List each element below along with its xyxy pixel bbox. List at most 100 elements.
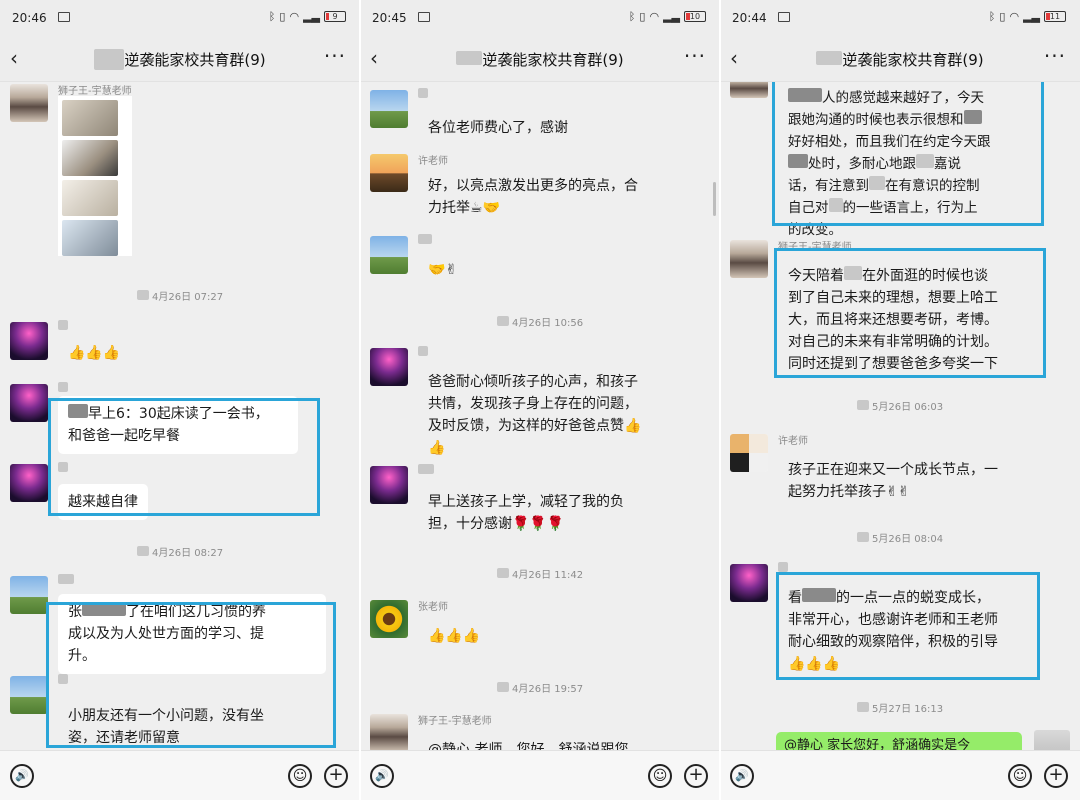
message-bubble[interactable]: 好，以亮点激发出更多的亮点，合 力托举☕🤝 xyxy=(418,168,674,226)
message-text: @静心 老师，您好，舒涵说跟您 xyxy=(428,742,629,750)
avatar[interactable] xyxy=(10,464,48,502)
avatar[interactable] xyxy=(370,348,408,386)
chat-message: @静心 家长您好，舒涵确实是今 xyxy=(730,730,1070,750)
image-stack[interactable] xyxy=(58,96,132,256)
timestamp-text: 4月26日 07:27 xyxy=(152,292,224,303)
avatar[interactable] xyxy=(370,90,408,128)
message-line: 担，十分感谢🌹🌹🌹 xyxy=(428,516,565,532)
sender-name xyxy=(58,320,68,333)
timestamp: 4月26日 07:27 xyxy=(0,288,360,303)
avatar[interactable] xyxy=(1034,730,1070,750)
chat-message: 许老师 好，以亮点激发出更多的亮点，合 力托举☕🤝 xyxy=(370,154,710,224)
vibrate-icon: ▯ xyxy=(999,10,1006,23)
timestamp: 5月27日 16:13 xyxy=(720,700,1080,715)
avatar[interactable] xyxy=(370,714,408,750)
chat-title-bar: ‹ 逆袭能家校共育群(9) ··· xyxy=(720,36,1080,82)
sender-name xyxy=(58,382,68,395)
chat-area[interactable]: 狮子王-宇慧老师 4月26日 07:27 👍👍👍 早上6：30起床读了一会书， … xyxy=(0,82,360,750)
input-bar: 🔊 ☺ + xyxy=(0,750,360,800)
chat-panel-2: 20:45 ᛒ ▯ ◠ ▂▃ 10 ‹ 逆袭能家校共育群(9) ··· 各位老师… xyxy=(360,0,720,800)
avatar[interactable] xyxy=(10,384,48,422)
bluetooth-icon: ᛒ xyxy=(988,10,996,23)
message-bubble[interactable]: 🤝✌ xyxy=(418,252,467,288)
chat-message: 爸爸耐心倾听孩子的心声，和孩子 共情，发现孩子身上存在的问题， 及时反馈，为这样… xyxy=(370,346,710,458)
avatar[interactable] xyxy=(10,322,48,360)
message-line: 及时反馈，为这样的好爸爸点赞👍 xyxy=(428,418,642,434)
sender-name xyxy=(418,464,434,477)
chat-panel-1: 20:46 ᛒ ▯ ◠ ▂▃ 9 ‹ 子涵逆袭能家校共育群(9) ··· 狮子王… xyxy=(0,0,360,800)
photo-thumb[interactable] xyxy=(62,140,118,176)
status-time: 20:46 xyxy=(12,11,47,25)
sender-name xyxy=(418,88,428,101)
photo-thumb[interactable] xyxy=(62,220,118,256)
more-button[interactable]: ··· xyxy=(684,44,706,68)
voice-icon[interactable]: 🔊 xyxy=(370,764,394,788)
sender-name: 许老师 xyxy=(778,436,808,447)
vibrate-icon: ▯ xyxy=(639,10,646,23)
avatar[interactable] xyxy=(370,154,408,192)
timestamp-text: 5月26日 08:04 xyxy=(872,534,944,545)
status-icons: ᛒ ▯ ◠ ▂▃ 11 xyxy=(989,10,1066,23)
message-bubble[interactable]: 各位老师费心了，感谢 xyxy=(418,110,578,146)
photo-thumb[interactable] xyxy=(62,100,118,136)
avatar[interactable] xyxy=(370,466,408,504)
chat-area[interactable]: 人的感觉越来越好了，今天 跟她沟通的时候也表示很想和 好好相处，而且我们在约定今… xyxy=(720,82,1080,750)
timestamp-text: 4月26日 11:42 xyxy=(512,570,584,581)
message-bubble[interactable]: 爸爸耐心倾听孩子的心声，和孩子 共情，发现孩子身上存在的问题， 及时反馈，为这样… xyxy=(418,364,678,466)
chat-message: 许老师 孩子正在迎来又一个成长节点，一 起努力托举孩子✌✌ xyxy=(730,434,1070,504)
message-text: 🤝✌ xyxy=(428,262,458,278)
emoji-icon[interactable]: ☺ xyxy=(288,764,312,788)
chat-title-bar: ‹ 逆袭能家校共育群(9) ··· xyxy=(360,36,720,82)
scrollbar-thumb[interactable] xyxy=(713,182,716,216)
message-bubble[interactable]: 👍👍👍 xyxy=(58,338,130,368)
chat-message: 🤝✌ xyxy=(370,234,710,288)
bluetooth-icon: ᛒ xyxy=(268,10,276,23)
emoji-icon[interactable]: ☺ xyxy=(648,764,672,788)
avatar[interactable] xyxy=(10,84,48,122)
voice-icon[interactable]: 🔊 xyxy=(10,764,34,788)
avatar[interactable] xyxy=(730,82,768,98)
avatar[interactable] xyxy=(370,600,408,638)
masked-name xyxy=(456,51,483,65)
avatar[interactable] xyxy=(10,576,48,614)
message-text: 各位老师费心了，感谢 xyxy=(428,120,568,136)
battery-level: 11 xyxy=(1049,12,1061,21)
photo-thumb[interactable] xyxy=(62,180,118,216)
chat-title: 逆袭能家校共育群(9) xyxy=(360,49,720,70)
avatar[interactable] xyxy=(730,240,768,278)
signal-icon: ▂▃ xyxy=(1023,10,1040,23)
status-time: 20:44 xyxy=(732,11,767,25)
message-bubble[interactable]: @静心 老师，您好，舒涵说跟您 xyxy=(418,732,678,750)
plus-icon[interactable]: + xyxy=(684,764,708,788)
message-bubble[interactable]: 孩子正在迎来又一个成长节点，一 起努力托举孩子✌✌ xyxy=(778,452,1040,510)
avatar[interactable] xyxy=(10,676,48,714)
avatar[interactable] xyxy=(730,564,768,602)
avatar[interactable] xyxy=(370,236,408,274)
sender-name xyxy=(418,234,432,247)
wifi-icon: ◠ xyxy=(649,10,660,23)
message-bubble[interactable]: @静心 家长您好，舒涵确实是今 xyxy=(776,732,1022,750)
avatar[interactable] xyxy=(730,434,768,472)
status-bar: 20:46 ᛒ ▯ ◠ ▂▃ 9 xyxy=(0,0,360,36)
status-bar: 20:44 ᛒ ▯ ◠ ▂▃ 11 xyxy=(720,0,1080,36)
plus-icon[interactable]: + xyxy=(324,764,348,788)
emoji-icon[interactable]: ☺ xyxy=(1008,764,1032,788)
more-button[interactable]: ··· xyxy=(324,44,346,68)
input-bar: 🔊 ☺ + xyxy=(720,750,1080,800)
sender-name: 张老师 xyxy=(418,602,448,613)
message-bubble[interactable]: 👍👍👍 xyxy=(418,618,490,654)
plus-icon[interactable]: + xyxy=(1044,764,1068,788)
voice-icon[interactable]: 🔊 xyxy=(730,764,754,788)
message-line: 爸爸耐心倾听孩子的心声，和孩子 xyxy=(428,374,638,390)
battery-icon: 10 xyxy=(684,11,706,22)
bluetooth-icon: ᛒ xyxy=(628,10,636,23)
battery-level: 10 xyxy=(689,12,701,21)
masked-name: 子涵 xyxy=(94,49,125,70)
battery-icon: 11 xyxy=(1044,11,1066,22)
message-bubble[interactable]: 早上送孩子上学，减轻了我的负 担，十分感谢🌹🌹🌹 xyxy=(418,484,678,542)
message-line: 👍 xyxy=(428,440,446,456)
timestamp-text: 4月26日 10:56 xyxy=(512,318,584,329)
chat-area[interactable]: 各位老师费心了，感谢 许老师 好，以亮点激发出更多的亮点，合 力托举☕🤝 🤝✌ xyxy=(360,82,720,750)
sender-name xyxy=(58,574,74,587)
more-button[interactable]: ··· xyxy=(1044,44,1066,68)
